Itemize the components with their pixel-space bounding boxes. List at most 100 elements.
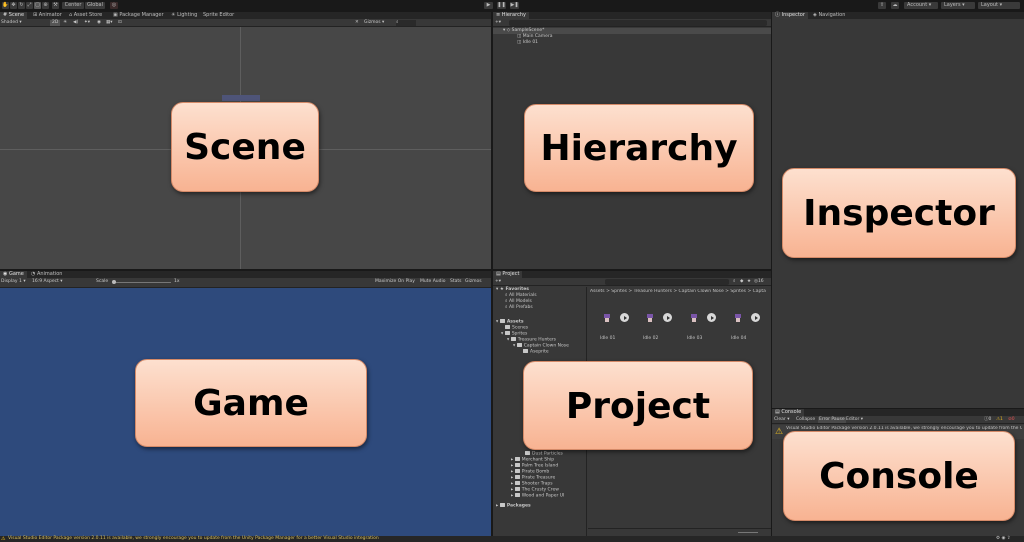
play-icon[interactable] [751, 313, 760, 322]
folder-icon [505, 325, 510, 329]
visibility-icon[interactable]: ◉ [97, 20, 101, 26]
collab-icon[interactable]: ◎ [110, 2, 118, 9]
error-count[interactable]: ⊘0 [1008, 417, 1015, 423]
scene-tabbar: # Scene ⊞ Animator ⌂ Asset Store ▣ Packa… [0, 12, 491, 19]
folder-wood-and-paper-ui[interactable]: ▸ Wood and Paper UI [493, 493, 564, 499]
tab-lighting[interactable]: ☀ Lighting [168, 12, 200, 19]
warning-count[interactable]: ⚠1 [996, 417, 1003, 423]
folder-icon [523, 349, 528, 353]
pause-button[interactable]: ❚❚ [497, 2, 506, 9]
tab-inspector[interactable]: ⓘ Inspector [772, 12, 808, 19]
layers-dropdown[interactable]: Layers ▾ [941, 2, 975, 9]
pivot-center-toggle[interactable]: Center [62, 2, 84, 9]
gizmos-dropdown[interactable]: Gizmos ▾ [364, 20, 384, 26]
project-create-icon[interactable]: +▾ [495, 279, 501, 285]
layout-dropdown[interactable]: Layout ▾ [978, 2, 1020, 9]
tab-animator[interactable]: ⊞ Animator [30, 12, 65, 19]
project-toolbar: +▾ ⌕ ◆ ★ ◎16 [493, 278, 771, 286]
tab-project[interactable]: ▤ Project [493, 271, 523, 278]
asset-label: Idle 03 [687, 336, 703, 341]
tab-hierarchy[interactable]: ≡ Hierarchy [493, 12, 529, 19]
scale-slider[interactable] [113, 282, 171, 283]
console-overlay-label: Console [783, 431, 1015, 521]
thumbnail-size-slider[interactable] [738, 532, 758, 533]
tab-game[interactable]: ◉ Game [0, 271, 27, 278]
layers-label: Layers [944, 2, 961, 8]
hand-tool-icon[interactable]: ✋ [2, 2, 9, 9]
folder-icon [514, 481, 520, 485]
play-button[interactable]: ▶ [484, 2, 493, 9]
tab-animation[interactable]: ◔ Animation [28, 271, 65, 278]
project-breadcrumb[interactable]: Assets > Sprites > Treasure Hunters > Ca… [590, 289, 770, 294]
favorite-all-prefabs[interactable]: ⌕ All Prefabs [493, 305, 533, 311]
play-icon[interactable] [707, 313, 716, 322]
tab-sprite-editor[interactable]: Sprite Editor [200, 12, 237, 19]
rect-tool-icon[interactable]: ▢ [34, 2, 41, 9]
custom-tool-icon[interactable]: ⚒ [52, 2, 59, 9]
game-gizmos-dropdown[interactable]: Gizmos [465, 279, 482, 285]
folder-aseprite[interactable]: Aseprite [493, 349, 549, 355]
layout-label: Layout [981, 2, 998, 8]
maximize-on-play-toggle[interactable]: Maximize On Play [375, 279, 415, 285]
effects-icon[interactable]: ✦▾ [84, 20, 90, 26]
folder-icon [514, 463, 520, 467]
status-message[interactable]: Visual Studio Editor Package version 2.0… [8, 536, 379, 541]
tab-console[interactable]: ▤ Console [772, 409, 805, 416]
create-dropdown-icon[interactable]: +▾ [495, 20, 501, 26]
status-icons: ⚙ ◉ ⇪ [996, 536, 1011, 541]
global-local-toggle[interactable]: Global [85, 2, 105, 9]
scene-search-input[interactable]: ⌕ [396, 20, 416, 26]
scale-tool-icon[interactable]: ⤢ [26, 2, 33, 9]
step-button[interactable]: ▶❚ [510, 2, 519, 9]
transform-tool-icon[interactable]: ⊕ [42, 2, 49, 9]
warning-icon: ⚠ [775, 427, 784, 437]
filter-icon[interactable]: ⌕ [733, 279, 736, 285]
tab-navigation[interactable]: ◈ Navigation [810, 12, 848, 19]
inspector-overlay-label: Inspector [782, 168, 1016, 258]
play-icon[interactable] [663, 313, 672, 322]
display-dropdown[interactable]: Display 1 ▾ [1, 279, 26, 285]
center-label: Center [64, 2, 82, 8]
console-collapse-toggle[interactable]: Collapse [796, 417, 815, 423]
scale-slider-handle[interactable] [112, 280, 116, 284]
sprite-object[interactable] [222, 95, 260, 101]
2d-toggle[interactable]: 2D [50, 20, 61, 26]
hierarchy-item-idle-01[interactable]: ◫ Idle 01 [493, 40, 538, 46]
label-icon[interactable]: ◆ [740, 279, 743, 285]
inspector-tabbar: ⓘ Inspector ◈ Navigation [772, 12, 1024, 19]
account-dropdown[interactable]: Account ▾ [904, 2, 938, 9]
main-toolbar: ✋ ✥ ↻ ⤢ ▢ ⊕ ⚒ Center Global ◎ ▶ ❚❚ ▶❚ ⇪ … [0, 0, 1024, 11]
aspect-dropdown[interactable]: 16:9 Aspect ▾ [32, 279, 63, 285]
console-clear-button[interactable]: Clear ▾ [774, 417, 789, 423]
project-search-input[interactable] [605, 279, 729, 285]
hierarchy-search-input[interactable] [509, 20, 767, 26]
packages-folder[interactable]: ▸ Packages [493, 503, 531, 509]
console-editor-dropdown[interactable]: Editor ▾ [846, 417, 863, 423]
tab-scene[interactable]: # Scene [0, 12, 28, 19]
tab-package-manager[interactable]: ▣ Package Manager [110, 12, 167, 19]
favorite-icon[interactable]: ★ [747, 279, 751, 285]
play-icon[interactable] [620, 313, 629, 322]
rotate-tool-icon[interactable]: ↻ [18, 2, 25, 9]
mute-audio-toggle[interactable]: Mute Audio [420, 279, 446, 285]
tab-asset-store[interactable]: ⌂ Asset Store [66, 12, 105, 19]
tools-icon[interactable]: ✕ [355, 20, 359, 26]
move-tool-icon[interactable]: ✥ [10, 2, 17, 9]
scene-camera-icon[interactable]: ⊡ [118, 20, 122, 26]
asset-label: Idle 02 [643, 336, 659, 341]
console-tabbar: ▤ Console [772, 409, 1024, 416]
grid-icon[interactable]: ▦▾ [106, 20, 113, 26]
lighting-icon[interactable]: ☀ [63, 20, 67, 26]
cloud-icon[interactable]: ☁ [891, 2, 899, 9]
console-error-pause-toggle[interactable]: Error Pause [818, 417, 846, 423]
audio-icon[interactable]: ◀) [73, 20, 78, 26]
info-count[interactable]: ⓘ0 [984, 417, 991, 423]
game-toolbar: Display 1 ▾ 16:9 Aspect ▾ Scale 1x Maxim… [0, 278, 491, 288]
folder-icon [504, 331, 510, 335]
folder-icon [514, 469, 520, 473]
sprite-thumbnail-icon [731, 311, 745, 325]
shading-mode-dropdown[interactable]: Shaded ▾ [1, 20, 22, 26]
collab-cloud-icon[interactable]: ⇪ [878, 2, 886, 9]
hidden-packages-icon[interactable]: ◎16 [754, 279, 764, 285]
stats-toggle[interactable]: Stats [450, 279, 462, 285]
